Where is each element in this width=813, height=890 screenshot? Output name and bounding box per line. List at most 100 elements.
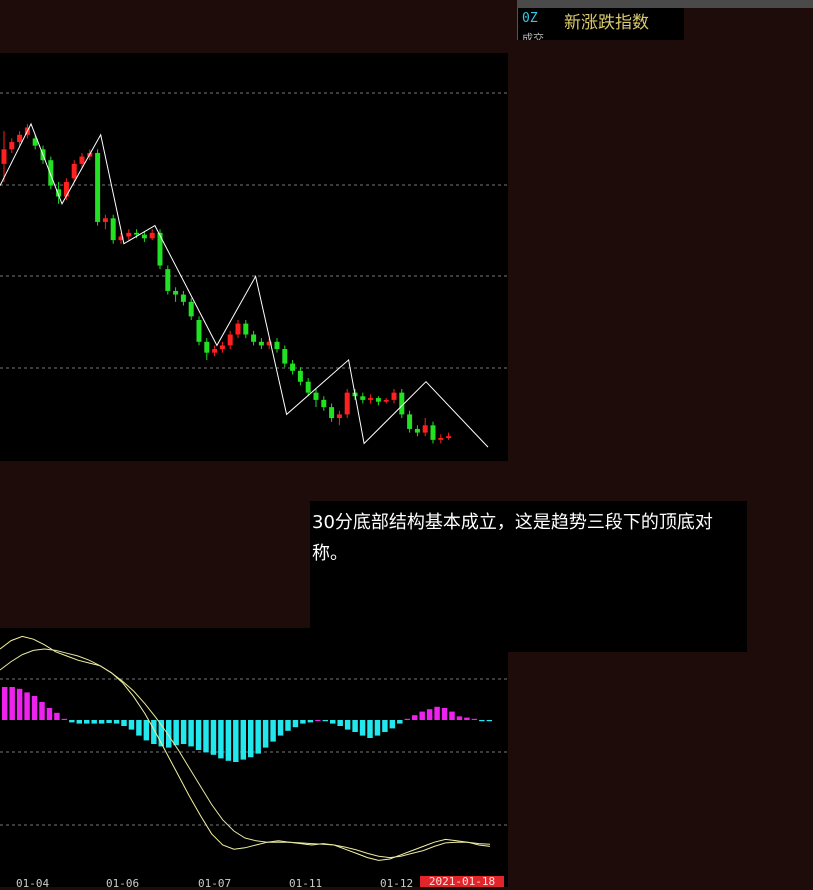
macd-bar (344, 720, 351, 730)
candle-body (71, 163, 77, 179)
candle-body (102, 218, 108, 222)
macd-bar (225, 720, 232, 761)
candle-body (329, 407, 335, 419)
macd-chart[interactable] (0, 628, 508, 887)
candle-body (235, 323, 241, 335)
annotation-note[interactable]: 30分底部结构基本成立，这是趋势三段下的顶底对称。 (310, 501, 747, 652)
macd-bar (188, 720, 194, 747)
macd-bar (277, 720, 284, 736)
macd-bar (471, 718, 478, 720)
main-grid (0, 92, 508, 369)
x-axis-label: 01-04 (16, 877, 50, 890)
candle-body (79, 156, 85, 164)
candle-body (290, 363, 296, 371)
candle-body (336, 414, 342, 419)
macd-bar (69, 720, 75, 723)
annotation-text: 30分底部结构基本成立，这是趋势三段下的顶底对称。 (312, 512, 713, 564)
macd-bar (136, 720, 142, 736)
macd-bar (210, 720, 217, 755)
candles-group (1, 123, 452, 444)
macd-bar (262, 720, 269, 748)
candle-body (48, 160, 54, 186)
macd-bar (307, 720, 314, 723)
macd-bar (449, 711, 455, 720)
candle-body (375, 398, 381, 402)
candle-body (141, 234, 147, 239)
x-axis-label: 01-07 (198, 877, 232, 890)
macd-bar (9, 687, 15, 720)
candle-body (196, 320, 202, 342)
macd-bar (322, 720, 328, 722)
macd-bar (419, 711, 425, 720)
candle-body (134, 232, 140, 235)
candle-body (126, 232, 132, 237)
candle-body (282, 349, 288, 364)
candle-body (1, 149, 7, 164)
macd-bar (456, 716, 463, 720)
macd-bar (195, 720, 202, 750)
macd-bar (166, 720, 172, 748)
candle-body (321, 399, 327, 408)
macd-bar (24, 692, 30, 720)
macd-bar (233, 720, 239, 762)
macd-bar (352, 720, 358, 732)
indicator-code: 0Z (522, 11, 538, 26)
candle-body (313, 392, 319, 400)
macd-bar (128, 720, 135, 730)
candle-body (227, 334, 233, 346)
candle-body (110, 218, 116, 241)
macd-bar (46, 708, 53, 720)
macd-bar (330, 720, 336, 724)
candle-body (95, 152, 101, 222)
candle-body (274, 341, 280, 350)
indicator-title: 新涨跌指数 (564, 13, 649, 33)
candle-body (63, 182, 69, 197)
candle-body (297, 370, 303, 382)
candle-body (17, 134, 23, 143)
candle-body (414, 428, 420, 433)
indicator-header[interactable]: 0Z 新涨跌指数 成交 (517, 8, 684, 40)
macd-bar (76, 720, 82, 724)
macd-bar (270, 720, 276, 742)
macd-histogram (2, 687, 492, 762)
candle-body (149, 232, 155, 239)
candle-body (446, 436, 452, 439)
macd-bar (106, 720, 112, 723)
macd-bar (248, 720, 254, 758)
macd-bar (464, 717, 470, 720)
macd-bar (434, 706, 440, 720)
candle-body (243, 323, 249, 335)
macd-bar (397, 720, 403, 724)
candle-body (180, 294, 186, 302)
macd-bar (337, 720, 343, 726)
candle-body (165, 269, 171, 291)
macd-bar (16, 688, 23, 720)
macd-bar (426, 709, 433, 720)
candle-body (204, 341, 210, 353)
candle-body (258, 341, 264, 346)
candle-body (383, 399, 389, 402)
candle-body (9, 142, 15, 150)
candlestick-chart[interactable] (0, 53, 508, 461)
candle-body (430, 425, 436, 440)
macd-bar (113, 720, 120, 724)
macd-bar (31, 696, 38, 720)
current-date-tag: 2021-01-18 (420, 876, 504, 887)
macd-bar (121, 720, 127, 726)
candle-body (157, 232, 163, 266)
macd-bar (412, 715, 418, 720)
macd-bar (61, 718, 68, 720)
candle-body (188, 301, 194, 317)
candle-body (368, 398, 374, 400)
macd-bar (203, 720, 209, 753)
x-axis-label: 01-06 (106, 877, 140, 890)
macd-bar (382, 720, 388, 732)
macd-bar (180, 720, 187, 744)
x-axis-label: 01-11 (289, 877, 323, 890)
indicator-sub-label: 成交 (522, 32, 544, 40)
macd-bar (374, 720, 381, 736)
candle-body (438, 438, 444, 440)
macd-bar (255, 720, 261, 754)
macd-bar (39, 702, 45, 720)
macd-bar (91, 720, 97, 724)
